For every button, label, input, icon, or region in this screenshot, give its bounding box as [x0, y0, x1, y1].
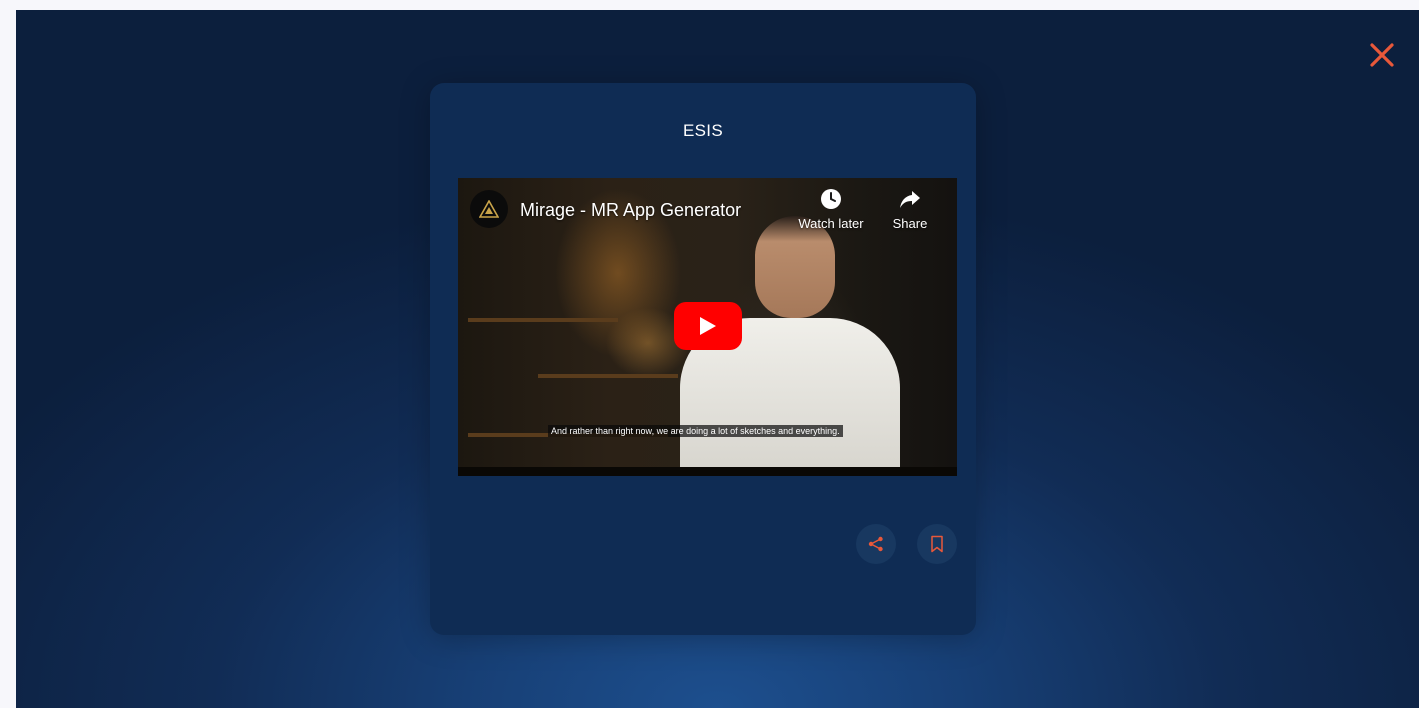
- video-card: ESIS Mirage - MR App Generator Watch lat…: [430, 83, 976, 635]
- video-caption: And rather than right now, we are doing …: [548, 425, 843, 437]
- modal-backdrop: ESIS Mirage - MR App Generator Watch lat…: [16, 10, 1419, 708]
- bookmark-button[interactable]: [917, 524, 957, 564]
- close-button[interactable]: [1367, 40, 1397, 70]
- video-share-button[interactable]: Share: [884, 188, 936, 231]
- video-share-label: Share: [892, 216, 928, 231]
- share-button[interactable]: [856, 524, 896, 564]
- person-head: [755, 216, 835, 318]
- bookmark-icon: [931, 535, 943, 553]
- watch-later-label: Watch later: [798, 216, 864, 231]
- video-player[interactable]: Mirage - MR App Generator Watch later Sh…: [458, 178, 957, 476]
- video-title[interactable]: Mirage - MR App Generator: [520, 200, 741, 221]
- close-icon: [1370, 43, 1394, 67]
- channel-logo-icon[interactable]: [470, 190, 508, 228]
- share-icon: [868, 536, 883, 552]
- watch-later-button[interactable]: Watch later: [790, 188, 872, 231]
- clock-icon: [821, 189, 841, 209]
- play-button[interactable]: [674, 302, 742, 350]
- play-icon: [700, 317, 716, 335]
- share-arrow-icon: [900, 191, 920, 208]
- shelf: [468, 318, 618, 322]
- card-title: ESIS: [683, 121, 723, 140]
- shelf: [538, 374, 678, 378]
